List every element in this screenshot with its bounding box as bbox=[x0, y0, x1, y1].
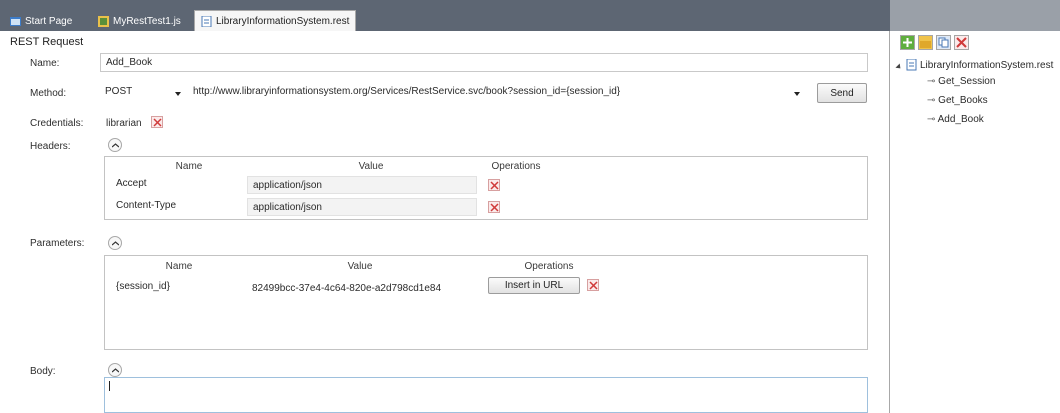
request-link-icon: ⊸ bbox=[927, 76, 939, 87]
tab-label: Start Page bbox=[25, 15, 73, 27]
tree-item-label: Get_Session bbox=[938, 76, 996, 87]
delete-parameter-icon[interactable] bbox=[587, 279, 599, 291]
parameters-col-name: Name bbox=[165, 261, 193, 272]
headers-col-name: Name bbox=[175, 161, 203, 172]
url-dropdown-icon[interactable] bbox=[794, 92, 800, 96]
script-file-icon bbox=[98, 15, 109, 27]
headers-collapse-icon[interactable] bbox=[108, 138, 122, 152]
name-label: Name: bbox=[30, 58, 60, 69]
headers-row-0-value[interactable]: application/json bbox=[247, 176, 477, 194]
parameters-row-0-value[interactable]: 82499bcc-37e4-4c64-820e-a2d798cd1e84 bbox=[247, 280, 477, 298]
method-dropdown-icon[interactable] bbox=[175, 92, 181, 96]
delete-header-icon[interactable] bbox=[488, 179, 500, 191]
parameters-collapse-icon[interactable] bbox=[108, 236, 122, 250]
body-collapse-icon[interactable] bbox=[108, 363, 122, 377]
method-label: Method: bbox=[30, 88, 67, 99]
rest-file-icon bbox=[201, 15, 212, 27]
headers-row-1-value[interactable]: application/json bbox=[247, 198, 477, 216]
tree-item-add-book[interactable]: ⊸ Add_Book bbox=[927, 114, 984, 125]
tab-library-information-system-rest[interactable]: LibraryInformationSystem.rest bbox=[194, 10, 357, 31]
tree-item-get-books[interactable]: ⊸ Get_Books bbox=[927, 95, 988, 106]
text-caret bbox=[109, 381, 110, 391]
tree-item-label: Get_Books bbox=[938, 95, 988, 106]
tree-item-label: Add_Book bbox=[937, 114, 984, 125]
parameters-row-0-name[interactable]: {session_id} bbox=[111, 278, 241, 296]
tab-label: LibraryInformationSystem.rest bbox=[216, 15, 350, 27]
credentials-value: librarian bbox=[106, 118, 142, 129]
insert-in-url-button[interactable]: Insert in URL bbox=[488, 277, 580, 294]
copy-icon[interactable] bbox=[936, 35, 951, 50]
body-label: Body: bbox=[30, 366, 56, 377]
tab-start-page[interactable]: Start Page bbox=[4, 11, 78, 31]
headers-col-operations: Operations bbox=[491, 161, 541, 172]
parameters-col-operations: Operations bbox=[524, 261, 574, 272]
rest-file-icon bbox=[906, 58, 917, 74]
parameters-table: Name Value Operations {session_id} 82499… bbox=[104, 255, 868, 350]
headers-row-1-name[interactable]: Content-Type bbox=[111, 197, 241, 215]
credentials-label: Credentials: bbox=[30, 118, 84, 129]
url-input[interactable]: http://www.libraryinformationsystem.org/… bbox=[188, 83, 813, 102]
headers-row-0-name[interactable]: Accept bbox=[111, 175, 241, 193]
open-folder-icon[interactable] bbox=[918, 35, 933, 50]
tree-root-label[interactable]: LibraryInformationSystem.rest bbox=[920, 60, 1060, 71]
method-select[interactable]: POST bbox=[100, 83, 184, 102]
headers-table: Name Value Operations Accept application… bbox=[104, 156, 868, 220]
rest-explorer-panel: LibraryInformationSystem.rest ⊸ Get_Sess… bbox=[891, 31, 1060, 413]
delete-icon[interactable] bbox=[954, 35, 969, 50]
tree-item-get-session[interactable]: ⊸ Get_Session bbox=[927, 76, 995, 87]
tab-myresttest1-js[interactable]: MyRestTest1.js bbox=[92, 11, 187, 31]
rest-request-editor: REST Request Name: Add_Book Method: POST… bbox=[0, 31, 890, 413]
body-textarea[interactable] bbox=[104, 377, 868, 413]
headers-label: Headers: bbox=[30, 141, 71, 152]
delete-header-icon[interactable] bbox=[488, 201, 500, 213]
start-page-icon bbox=[10, 16, 21, 27]
parameters-label: Parameters: bbox=[30, 238, 85, 249]
parameters-col-value: Value bbox=[347, 261, 373, 272]
name-input[interactable]: Add_Book bbox=[100, 53, 868, 72]
remove-credentials-icon[interactable] bbox=[151, 116, 163, 128]
headers-col-value: Value bbox=[358, 161, 384, 172]
request-link-icon: ⊸ bbox=[927, 95, 939, 106]
send-button[interactable]: Send bbox=[817, 83, 867, 103]
section-title: REST Request bbox=[10, 36, 84, 48]
request-link-icon: ⊸ bbox=[927, 114, 938, 125]
side-panel-header bbox=[890, 0, 1060, 31]
add-request-icon[interactable] bbox=[900, 35, 915, 50]
tab-label: MyRestTest1.js bbox=[113, 15, 181, 27]
tree-expand-icon[interactable] bbox=[895, 63, 903, 71]
